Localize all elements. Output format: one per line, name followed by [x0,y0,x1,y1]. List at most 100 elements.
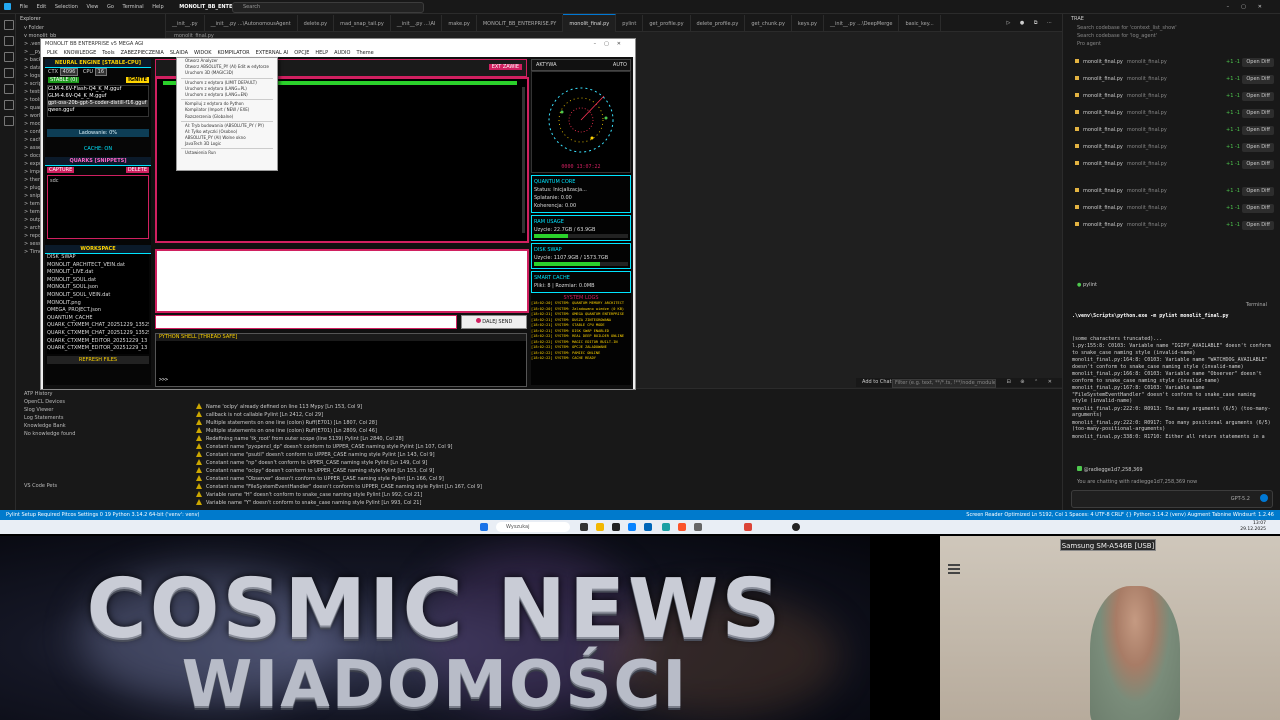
side-section[interactable]: Knowledge Bank [16,422,166,430]
chat-line-input[interactable] [155,315,457,329]
workspace-file[interactable]: MONOLIT_SOUL_VEIN.dat [47,292,149,300]
problem-item[interactable]: Constant name "np" doesn't conform to UP… [166,459,1062,467]
side-section[interactable]: No knowledge found [16,430,166,438]
editor-scrollbar[interactable] [522,87,525,233]
chrome-icon[interactable] [744,523,752,531]
activity-toggle[interactable]: AKTYWA [536,62,557,68]
editor-tab[interactable]: basic_key... [899,15,941,33]
app-menu-item[interactable]: AUDIO [334,50,350,56]
app-menu-item[interactable]: KOMPILATOR [218,50,250,56]
workspace-file[interactable]: OMEGA_PROJECT.json [47,307,149,315]
model-item[interactable]: qwen.gguf [48,107,148,114]
editor-tab[interactable]: get_profile.py [643,15,691,33]
workspace-file[interactable]: MONOLIT_SOUL.json [47,284,149,292]
side-section[interactable]: VS Code Pets [16,482,166,490]
hamburger-icon[interactable] [948,564,960,574]
quark-item[interactable]: sdc [50,178,59,184]
problem-item[interactable]: Variable name "Y" doesn't conform to sna… [166,499,1062,507]
open-diff-button[interactable]: Open Diff [1242,75,1274,84]
dropdown-item[interactable]: Uruchom z edytora (LANG=EN) [177,92,277,98]
dropdown-item[interactable]: AI: Tryb budowania (ABSOLUTE_PY / PY) [177,123,277,129]
run-debug-icon[interactable] [4,68,14,78]
explorer-app-icon[interactable] [596,523,604,531]
open-diff-button[interactable]: Open Diff [1242,160,1274,169]
search-icon[interactable] [4,36,14,46]
editor-tab[interactable]: make.py [442,15,477,33]
app-menu-item[interactable]: EXTERNAL AI [256,50,289,56]
menu-go[interactable]: Go [107,0,114,14]
app-menu-item[interactable]: HELP [315,50,328,56]
obs-icon[interactable] [792,523,800,531]
workspace-file[interactable]: QUARK_CTXMEM_CHAT_20251229_135250 [47,322,149,330]
menu-selection[interactable]: Selection [55,0,78,14]
side-section[interactable]: ATP History [16,390,166,398]
model-list[interactable]: GLM-4.6V-Flash-Q4_K_M.gguf GLM-4.6V-Q4_K_… [47,85,149,117]
open-diff-button[interactable]: Open Diff [1242,221,1274,230]
start-icon[interactable] [480,523,488,531]
menu-edit[interactable]: Edit [37,0,47,14]
app-menu-item[interactable]: ZABEZPIECZENIA [121,50,164,56]
editor-tab[interactable]: pylint [616,15,644,33]
problem-item[interactable]: Multiple statements on one line (colon) … [166,427,1062,435]
vscode-app-icon[interactable] [644,523,652,531]
chat-input[interactable]: GPT-5.2 [1071,490,1273,508]
workspace-file[interactable]: QUARK_CTXMEM_EDITOR_20251229_13 [47,338,149,346]
explorer-icon[interactable] [4,20,14,30]
editor-tab[interactable]: mad_snap_tail.py [334,15,391,33]
workspace-file[interactable]: MONOLIT.png [47,300,149,308]
search-step[interactable]: Search codebase for 'log_agent' [1077,32,1280,40]
app-menu-item[interactable]: Tools [102,50,114,56]
problem-item[interactable]: Constant name "pyopencl_dp" doesn't conf… [166,443,1062,451]
changed-file-row[interactable]: monolit_final.py monolit_final.py +1 -1 Ope… [1063,71,1280,88]
editor-tab[interactable]: keys.py [792,15,825,33]
workspace-file[interactable]: QUARK_CTXMEM_CHAT_20251229_135251 [47,330,149,338]
menu-terminal[interactable]: Terminal [122,0,143,14]
changed-file-row[interactable]: monolit_final.py monolit_final.py +1 -1 Ope… [1063,139,1280,156]
model-item[interactable]: GLM-4.6V-Q4_K_M.gguf [48,93,148,100]
editor-tab[interactable]: __init__.py ...\AutonomousAgent [205,15,298,33]
workspace-file[interactable]: QUANTUM_CACHE [47,315,149,323]
edge-icon[interactable] [662,523,670,531]
app-menu-item[interactable]: SLAIDA [170,50,188,56]
changed-file-row[interactable]: monolit_final.py monolit_final.py +1 -1 Ope… [1063,54,1280,71]
window-controls[interactable]: –▢✕ [1227,0,1274,14]
dropdown-item[interactable]: Ustawienia Run [177,150,277,156]
workspace-file[interactable]: MONOLIT_SOUL.dat [47,277,149,285]
side-section[interactable]: OpenCL Devices [16,398,166,406]
open-diff-button[interactable]: Open Diff [1242,126,1274,135]
delete-button[interactable]: DELETE [125,167,149,173]
open-diff-button[interactable]: Open Diff [1242,187,1274,196]
testing-icon[interactable] [4,100,14,110]
menu-file[interactable]: File [20,0,28,14]
dropdown-item[interactable]: Uruchom 3D (MAGIC3D) [177,70,277,76]
problem-item[interactable]: Variable name "H" doesn't conform to sna… [166,491,1062,499]
capture-button[interactable]: CAPTURE [47,167,75,173]
command-search[interactable]: Search [232,2,424,13]
open-diff-button[interactable]: Open Diff [1242,92,1274,101]
search-step[interactable]: Pro agent [1077,40,1280,48]
brave-icon[interactable] [678,523,686,531]
changed-file-row[interactable]: monolit_final.py monolit_final.py +1 -1 Ope… [1063,105,1280,122]
send-button[interactable]: DALEJ SEND [461,315,527,329]
changed-file-row[interactable]: monolit_final.py monolit_final.py +1 -1 Ope… [1063,156,1280,173]
refresh-files-button[interactable]: REFRESH FILES [47,356,149,364]
editor-tab[interactable]: delete.py [298,15,335,33]
chat-filter-input[interactable]: Filter (e.g. text, **/*.ts, !**/node_mod… [892,379,996,388]
model-item[interactable]: GLM-4.6V-Flash-Q4_K_M.gguf [48,86,148,93]
changed-file-row[interactable]: monolit_final.py monolit_final.py +1 -1 Ope… [1063,88,1280,105]
editor-tab[interactable]: __init__.py [166,15,205,33]
editor-tab[interactable]: monolit_final.py [563,14,617,33]
store-icon[interactable] [628,523,636,531]
remote-icon[interactable] [4,116,14,126]
problem-item[interactable]: Redefining name 'tk_root' from outer sco… [166,435,1062,443]
problem-item[interactable]: Constant name "FileSystemEventHandler" d… [166,483,1062,491]
open-diff-button[interactable]: Open Diff [1242,204,1274,213]
model-item[interactable]: gpt-oss-20b-gpt-5-coder-distill-f16.gguf [48,100,148,107]
changed-file-row[interactable]: monolit_final.py monolit_final.py +1 -1 Ope… [1063,122,1280,139]
editor-tab[interactable]: __init__.py ...\DeepMerge [824,15,900,33]
workspace-file[interactable]: DISK_SWAP [47,254,149,262]
open-diff-button[interactable]: Open Diff [1242,143,1274,152]
explorer-item[interactable]: v Folder [16,24,165,32]
ext-button[interactable]: EXT ZAWIE [488,64,522,70]
taskview-icon[interactable] [580,523,588,531]
